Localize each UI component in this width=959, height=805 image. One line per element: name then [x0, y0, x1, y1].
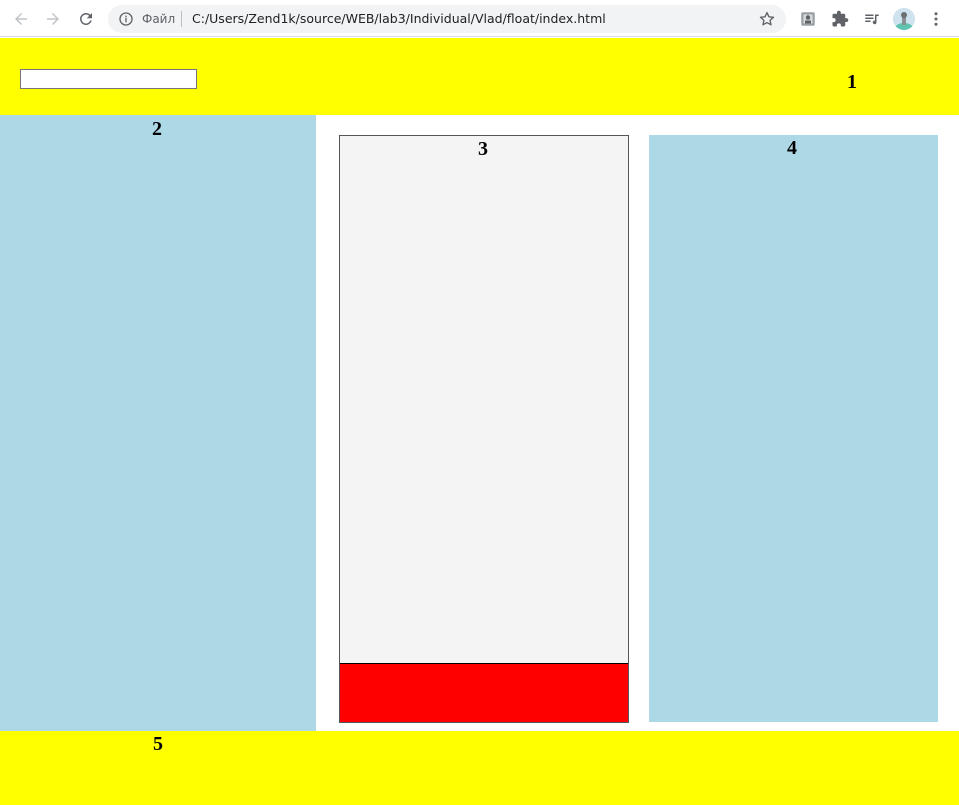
left-sidebar-block: 2 — [0, 115, 316, 731]
right-sidebar-block: 4 — [649, 135, 938, 722]
left-sidebar-number: 2 — [152, 118, 162, 140]
center-red-bar — [340, 663, 628, 722]
media-icon — [865, 14, 879, 25]
reload-button[interactable] — [73, 6, 99, 32]
footer-number: 5 — [153, 733, 163, 755]
media-button[interactable] — [862, 9, 882, 29]
url-text[interactable]: C:/Users/Zend1k/source/WEB/lab3/Individu… — [192, 11, 606, 27]
avatar[interactable] — [893, 8, 915, 30]
info-icon[interactable] — [118, 11, 134, 27]
header-number: 1 — [847, 71, 857, 93]
puzzle-icon — [832, 10, 849, 27]
center-content-number: 3 — [478, 138, 488, 160]
file-scheme-label: Файл — [142, 12, 176, 26]
forward-icon — [47, 13, 59, 25]
menu-icon — [934, 12, 938, 26]
back-button[interactable] — [8, 6, 34, 32]
address-separator — [181, 11, 182, 27]
right-sidebar-number: 4 — [787, 137, 797, 159]
center-content-block: 3 — [339, 135, 629, 723]
address-bar[interactable]: Файл C:/Users/Zend1k/source/WEB/lab3/Ind… — [108, 5, 786, 33]
header-text-input[interactable] — [20, 69, 197, 89]
menu-button[interactable] — [926, 9, 946, 29]
star-icon[interactable] — [758, 10, 776, 28]
reload-icon — [79, 12, 92, 25]
forward-button[interactable] — [40, 6, 66, 32]
extensions-menu-button[interactable] — [830, 9, 850, 29]
footer-block: 5 — [0, 731, 959, 805]
back-icon — [15, 13, 27, 25]
extension-button[interactable] — [798, 9, 818, 29]
browser-toolbar: Файл C:/Users/Zend1k/source/WEB/lab3/Ind… — [0, 0, 959, 37]
extension-icon — [801, 12, 815, 26]
header-block: 1 — [0, 38, 959, 115]
